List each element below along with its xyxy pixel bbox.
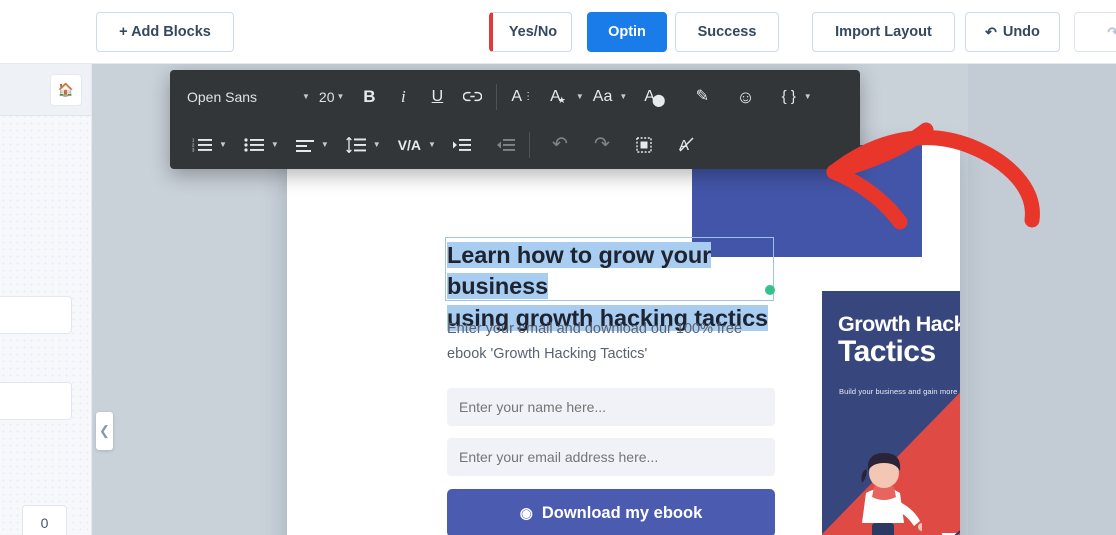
toolbar-row-secondary: 1 2 3 ▼ ▼ ▼ ▼ V/A ▼ ↶ ↷ A <box>170 120 860 169</box>
undo-arrow-icon: ↶ <box>985 24 997 40</box>
bold-button[interactable]: B <box>356 80 382 114</box>
toolbar-divider <box>496 83 498 110</box>
toolbar-row-primary: Open Sans ▼ 20 ▼ B i U A ⋮ A ★ ▼ Aa ▼ A … <box>170 72 860 121</box>
text-case-chevron-down-icon[interactable]: ▼ <box>617 92 631 101</box>
code-snippet-chevron-down-icon[interactable]: ▼ <box>802 92 816 101</box>
align-left-icon <box>295 139 314 152</box>
line-height-button[interactable] <box>341 128 371 162</box>
add-blocks-button[interactable]: + Add Blocks <box>96 12 234 52</box>
list-numbered-icon: 1 2 3 <box>192 138 212 152</box>
ebook-title: Growth Hacking Tactics <box>838 312 960 369</box>
ebook-cover-image[interactable]: Growth Hacking Tactics Build your busine… <box>822 291 960 535</box>
cta-label: Download my ebook <box>541 503 703 522</box>
emoji-button[interactable]: ☺ <box>731 80 759 114</box>
text-align-chevron-down-icon[interactable]: ▼ <box>319 140 333 149</box>
panel-field-bottom[interactable] <box>0 382 72 420</box>
text-editor-toolbar: Open Sans ▼ 20 ▼ B i U A ⋮ A ★ ▼ Aa ▼ A … <box>170 70 860 169</box>
left-settings-panel: 🏠 0 VERTICAL <box>0 64 92 535</box>
view-tab-optin[interactable]: Optin <box>587 12 667 52</box>
email-input[interactable] <box>447 438 775 476</box>
chevron-left-icon: ❮ <box>99 423 110 438</box>
font-size-chevron-down-icon[interactable]: ▼ <box>335 92 349 101</box>
app-root: + Add Blocks Yes/No Optin Success Import… <box>0 0 1116 535</box>
indent-decrease-button[interactable] <box>492 128 520 162</box>
link-button[interactable] <box>458 80 487 114</box>
font-family-select[interactable]: Open Sans <box>170 89 300 105</box>
code-snippet-button[interactable]: { } <box>776 80 802 114</box>
show-blocks-button[interactable] <box>631 128 657 162</box>
undo-label: Undo <box>1002 24 1040 40</box>
vertical-value-input[interactable]: 0 <box>22 505 67 535</box>
text-color-button[interactable]: A ⬤ <box>639 80 673 114</box>
indent-left-icon <box>496 138 515 151</box>
text-style-chevron-down-icon[interactable]: ▼ <box>574 92 588 101</box>
ebook-tagline: Build your business and gain more users <box>839 387 960 396</box>
clear-formatting-button[interactable]: A <box>673 128 700 162</box>
svg-text:3: 3 <box>192 147 195 152</box>
highlighter-button[interactable]: ✎ <box>689 80 715 114</box>
left-panel-header: 🏠 <box>0 64 91 116</box>
illustration-person <box>861 453 922 535</box>
text-format-button[interactable]: A ⋮ <box>506 80 537 114</box>
link-chain-icon <box>463 91 483 102</box>
ebook-title-line-1: Growth Hacking <box>838 312 960 336</box>
unordered-list-chevron-down-icon[interactable]: ▼ <box>269 140 283 149</box>
illustration-bar-chart <box>942 530 960 535</box>
undo-button[interactable]: ↶ <box>547 128 573 162</box>
ordered-list-chevron-down-icon[interactable]: ▼ <box>217 140 231 149</box>
ebook-title-line-2: Tactics <box>838 335 936 369</box>
underline-button[interactable]: U <box>424 80 450 114</box>
top-toolbar: + Add Blocks Yes/No Optin Success Import… <box>0 0 1116 64</box>
import-layout-button[interactable]: Import Layout <box>812 12 955 52</box>
font-family-chevron-down-icon[interactable]: ▼ <box>300 92 314 101</box>
letter-spacing-chevron-down-icon[interactable]: ▼ <box>426 140 440 149</box>
optin-subtext[interactable]: Enter your email and download our 100% f… <box>447 317 777 367</box>
text-style-button[interactable]: A ★ <box>545 80 574 114</box>
indent-increase-button[interactable] <box>448 128 476 162</box>
italic-button[interactable]: i <box>390 80 416 114</box>
redo-button[interactable]: ↷ <box>589 128 615 162</box>
text-case-button[interactable]: Aa <box>588 80 618 114</box>
ordered-list-button[interactable]: 1 2 3 <box>187 128 217 162</box>
name-input[interactable] <box>447 388 775 426</box>
download-circle-icon: ◉ <box>519 505 533 522</box>
undo-button[interactable]: ↶ Undo <box>965 12 1060 52</box>
clear-format-icon: A <box>679 137 694 153</box>
line-height-chevron-down-icon[interactable]: ▼ <box>371 140 385 149</box>
redo-arrow-icon: ↷ <box>1107 24 1116 40</box>
indent-right-icon <box>452 138 471 151</box>
unordered-list-button[interactable] <box>239 128 269 162</box>
panel-field-top[interactable] <box>0 296 72 334</box>
dashed-box-icon <box>636 136 652 153</box>
view-tab-success[interactable]: Success <box>675 12 779 52</box>
letter-spacing-button[interactable]: V/A <box>393 128 426 162</box>
view-tab-yesno[interactable]: Yes/No <box>489 12 572 52</box>
home-icon[interactable]: 🏠 <box>50 74 82 106</box>
toolbar-divider-2 <box>528 131 530 158</box>
list-bulleted-icon <box>244 138 264 152</box>
text-align-button[interactable] <box>291 128 319 162</box>
font-size-select[interactable]: 20 <box>314 89 335 105</box>
headline-line-1: Learn how to grow your business <box>447 242 712 300</box>
optin-popup: ✕ ^ Learn how to grow your business usin… <box>287 145 960 535</box>
panel-collapse-handle[interactable]: ❮ <box>96 412 113 450</box>
line-height-icon <box>345 136 366 153</box>
download-ebook-button[interactable]: ◉ Download my ebook <box>447 489 775 535</box>
headline-resize-dot[interactable] <box>765 285 775 295</box>
redo-button[interactable]: ↷ R <box>1074 12 1116 52</box>
canvas-right-gutter <box>968 64 1116 535</box>
